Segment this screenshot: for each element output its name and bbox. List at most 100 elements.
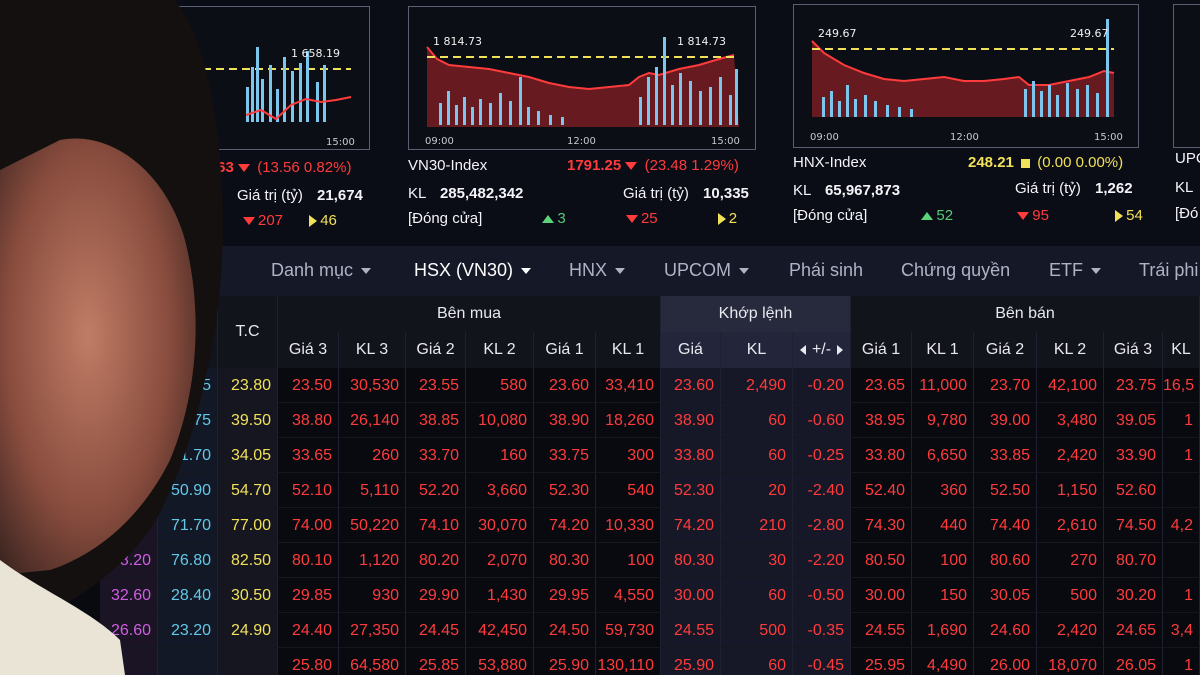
vn30-gtr-label: Giá trị (tỷ)	[623, 185, 689, 202]
hnx-pct: 0.00%)	[1075, 154, 1124, 171]
cell-floor: 23.20	[158, 613, 218, 648]
row-symbol-partial: AS	[30, 543, 100, 578]
cell-sell-price: 24.55	[851, 613, 912, 648]
panel-vn30[interactable]: 1 814.73 1 814.73 09:00 12:00 15:00 VN30…	[400, 0, 770, 240]
upcom-status: [Đó	[1175, 205, 1199, 222]
cell-sell-price: 74.40	[974, 508, 1037, 543]
chevron-left-icon[interactable]	[799, 344, 806, 355]
col-header-sell: KL 1	[912, 332, 974, 368]
cell-buy-volume: 300	[596, 438, 661, 473]
cell-buy-volume: 10,330	[596, 508, 661, 543]
col-header-sell: Giá 2	[974, 332, 1037, 368]
tab-danh-muc[interactable]: Danh mục	[271, 260, 372, 281]
vnindex-value: .63	[213, 159, 234, 176]
cell-buy-volume: 30,530	[339, 368, 406, 403]
upcom-title-row: UPC	[1175, 150, 1200, 167]
panel-upcom[interactable]: UPC KL [Đó	[1165, 0, 1200, 240]
index-panels: 1 658.19 15:00 .63 (13.56 0.82%) Giá trị…	[0, 0, 1200, 245]
cell-buy-price: 25.90	[534, 648, 596, 675]
vnindex-time-end: 15:00	[326, 137, 355, 148]
cell-buy-volume: 27,350	[339, 613, 406, 648]
tab-hsx-vn30[interactable]: HSX (VN30)	[414, 260, 532, 281]
cell-sell-volume: 100	[912, 543, 974, 578]
vn30-peak-right: 1 814.73	[677, 35, 726, 48]
hnx-time-start: 09:00	[810, 132, 839, 143]
cell-buy-price: 52.10	[278, 473, 339, 508]
cell-sell-volume: 360	[912, 473, 974, 508]
cell-sell-price: 23.65	[851, 368, 912, 403]
tab-label: UPCOM	[664, 260, 731, 280]
cell-match-price: 30.00	[661, 578, 721, 613]
group-header-partial: n	[100, 296, 218, 368]
cell-sell-price: 39.00	[974, 403, 1037, 438]
group-match-label: Khớp lệnh	[718, 305, 793, 322]
cell-sell-price: 30.20	[1104, 578, 1163, 613]
cell-reference: 34.05	[218, 438, 278, 473]
cell-sell-volume: 2,420	[1037, 613, 1104, 648]
hnx-change: (0.00	[1037, 154, 1072, 171]
tab-trai-phieu[interactable]: Trái phi	[1139, 260, 1198, 281]
cell-sell-volume: 440	[912, 508, 974, 543]
vn30-gtr-value: 10,335	[703, 185, 749, 202]
cell-buy-price: 33.75	[534, 438, 596, 473]
hnx-kl-value: 65,967,873	[824, 182, 901, 199]
market-tabs: Danh mục HSX (VN30) HNX UPCOM Phái sinh …	[0, 246, 1200, 296]
cell-match-change: -2.20	[793, 543, 851, 578]
cell-match-change: -2.80	[793, 508, 851, 543]
cell-ceiling: 82.30	[100, 508, 158, 543]
vn30-chart: 1 814.73 1 814.73 09:00 12:00 15:00	[408, 6, 756, 150]
hnx-title-row: HNX-Index	[793, 154, 866, 171]
cell-match-volume: 60	[721, 578, 793, 613]
vnindex-down-count: 207	[258, 212, 284, 229]
cell-sell-price: 52.60	[1104, 473, 1163, 508]
vnindex-peak-label: 1 658.19	[291, 47, 340, 60]
group-header-buy: Bên mua	[278, 296, 661, 332]
cell-buy-volume: 26,140	[339, 403, 406, 438]
panel-hnx[interactable]: 249.67 249.67 09:00 12:00 15:00 HNX-Inde…	[785, 0, 1155, 240]
cell-reference: 23.80	[218, 368, 278, 403]
cell-buy-price: 24.45	[406, 613, 466, 648]
tab-label: ETF	[1049, 260, 1083, 280]
cell-floor: 31.70	[158, 438, 218, 473]
panel-vnindex[interactable]: 1 658.19 15:00 .63 (13.56 0.82%) Giá trị…	[0, 0, 390, 240]
cell-buy-price: 23.50	[278, 368, 339, 403]
cell-reference: 77.00	[218, 508, 278, 543]
cell-match-change: -0.60	[793, 403, 851, 438]
cell-reference: 24.90	[218, 613, 278, 648]
cell-sell-volume: 3,480	[1037, 403, 1104, 438]
hnx-status: [Đóng cửa]	[793, 207, 868, 224]
cell-buy-price: 23.60	[534, 368, 596, 403]
cell-buy-volume: 1,120	[339, 543, 406, 578]
cell-buy-price: 74.00	[278, 508, 339, 543]
vn30-gtr-row: Giá trị (tỷ) 10,335	[623, 185, 749, 202]
vnindex-breadth-row: 207 46	[243, 212, 337, 229]
ref-count-icon	[1115, 210, 1124, 223]
cell-ceiling	[100, 403, 158, 438]
cell-match-change: -0.35	[793, 613, 851, 648]
cell-sell-volume: 1	[1163, 578, 1200, 613]
tab-etf[interactable]: ETF	[1049, 260, 1101, 281]
cell-floor: 50.90	[158, 473, 218, 508]
group-buy-label: Bên mua	[436, 305, 502, 322]
tab-hnx[interactable]: HNX	[569, 260, 626, 281]
col-header-match[interactable]: +/-	[793, 332, 851, 368]
cell-buy-volume: 540	[596, 473, 661, 508]
hnx-status-row: [Đóng cửa] 52 95 54	[793, 207, 1143, 224]
cell-buy-volume: 42,450	[466, 613, 534, 648]
tab-upcom[interactable]: UPCOM	[664, 260, 749, 281]
vnindex-gtr-value: 21,674	[317, 187, 363, 204]
cell-buy-volume: 2,070	[466, 543, 534, 578]
chevron-right-icon[interactable]	[837, 344, 844, 355]
tab-phai-sinh[interactable]: Phái sinh	[789, 260, 863, 281]
cell-buy-price: 38.85	[406, 403, 466, 438]
hnx-gtr-label: Giá trị (tỷ)	[1015, 180, 1081, 197]
cell-reference	[218, 648, 278, 675]
vnindex-gtr-label: Giá trị (tỷ)	[237, 187, 303, 204]
col-header-sell: Giá 3	[1104, 332, 1163, 368]
cell-ceiling: 88.20	[100, 543, 158, 578]
tab-label: HNX	[569, 260, 608, 280]
vnindex-gtr-row: Giá trị (tỷ) 21,674	[237, 187, 363, 204]
vn30-status: [Đóng cửa]	[408, 210, 483, 227]
tab-chung-quyen[interactable]: Chứng quyền	[901, 260, 1010, 281]
ref-count-icon	[717, 213, 726, 226]
